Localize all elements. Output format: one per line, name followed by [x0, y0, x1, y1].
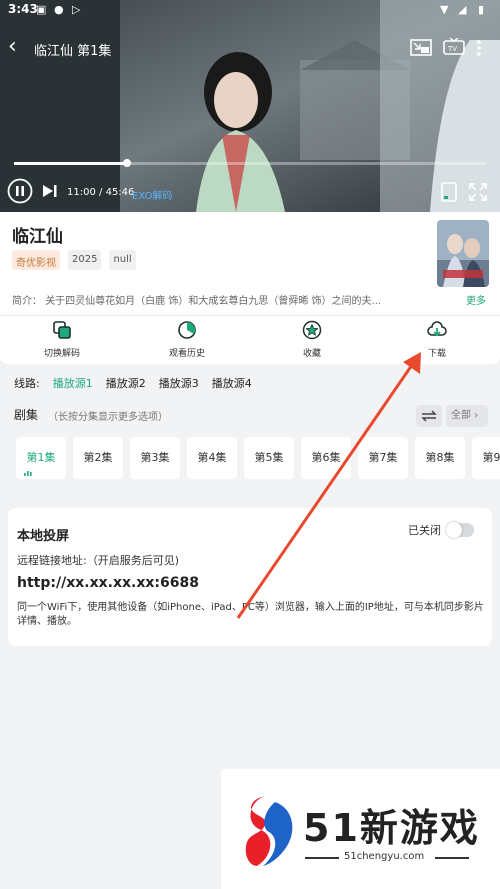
divider	[435, 857, 469, 859]
action-label: 下载	[427, 349, 446, 359]
video-player[interactable]: 3:43 ▣ ● ▷ ▼ ◢ ▮ ‹ 临江仙 第1集 TV 11:00 / 45…	[0, 0, 500, 212]
toggle-knob	[446, 522, 462, 538]
player-title: 临江仙 第1集	[34, 44, 112, 59]
episode-label: 第8集	[425, 451, 455, 464]
play-source-list: 线路: 播放源1 播放源2 播放源3 播放源4	[14, 375, 252, 391]
wifi-icon: ▼	[440, 3, 449, 16]
poster-image[interactable]	[437, 220, 489, 287]
divider	[0, 315, 500, 316]
episode-label: 第6集	[311, 451, 341, 464]
history-pie-icon	[178, 321, 196, 339]
episode-label: 第3集	[140, 451, 170, 464]
sort-order-icon[interactable]	[416, 405, 442, 427]
episode-item[interactable]: 第1集	[16, 437, 66, 479]
cast-note: 同一个WiFi下，使用其他设备（如iPhone、iPad、PC等）浏览器，输入上…	[17, 602, 484, 627]
back-icon[interactable]: ‹	[8, 34, 30, 60]
time-display: 11:00 / 45:46	[67, 187, 134, 198]
chevron-right-icon: ›	[471, 410, 479, 421]
screen-rotate-icon[interactable]	[440, 181, 458, 203]
watch-history-button[interactable]: 观看历史	[142, 320, 232, 359]
episode-item[interactable]: 第7集	[358, 437, 408, 479]
cast-address: http://xx.xx.xx.xx:6688	[17, 575, 199, 591]
watermark-brand: 51新游戏	[303, 806, 480, 850]
episode-label: 第4集	[197, 451, 227, 464]
fullscreen-icon[interactable]	[468, 182, 488, 202]
show-title: 临江仙	[12, 227, 63, 247]
description-label: 简介：	[12, 296, 42, 307]
cast-address-label: 远程链接地址:（开启服务后可见)	[17, 554, 179, 567]
signal-icon: ◢	[458, 3, 467, 16]
svg-text:TV: TV	[447, 45, 457, 53]
tv-cast-icon[interactable]: TV	[443, 38, 465, 58]
episode-item[interactable]: 第5集	[244, 437, 294, 479]
action-label: 切换解码	[43, 349, 80, 359]
favorite-button[interactable]: 收藏	[267, 320, 357, 359]
seek-bar[interactable]	[14, 159, 486, 167]
switch-decoder-button[interactable]: 切换解码	[17, 320, 107, 359]
player-top-bar: ‹ 临江仙 第1集 TV	[0, 30, 500, 66]
divider	[305, 857, 339, 859]
pause-button[interactable]	[7, 178, 33, 204]
seek-bar-fill	[14, 162, 128, 165]
watermark-logo	[245, 796, 293, 866]
duration: 45:46	[105, 187, 135, 198]
show-info-panel: 临江仙 奇优影视 2025 null 简介： 关于四灵仙尊花如月（白鹿 饰）和大…	[0, 212, 500, 364]
favorite-star-icon	[302, 320, 322, 340]
source-item-1[interactable]: 播放源1	[53, 375, 93, 391]
source-tag: 奇优影视	[12, 250, 60, 270]
action-label: 收藏	[302, 349, 321, 359]
episode-label: 第5集	[254, 451, 284, 464]
area-tag: null	[109, 250, 136, 270]
notification-icon: ▣	[36, 3, 47, 16]
episodes-hint: （长按分集显示更多选项）	[48, 412, 168, 423]
show-description: 简介： 关于四灵仙尊花如月（白鹿 饰）和大成玄尊白九思（曾舜晞 饰）之间的夫..…	[12, 292, 464, 307]
cast-title: 本地投屏	[17, 529, 70, 544]
episode-item[interactable]: 第9集	[472, 437, 500, 479]
decoder-label[interactable]: EXO解码	[132, 187, 172, 202]
show-tags: 奇优影视 2025 null	[12, 250, 136, 270]
local-cast-card: 本地投屏 已关闭 远程链接地址:（开启服务后可见) http://xx.xx.x…	[8, 508, 492, 646]
current-time: 11:00	[67, 187, 96, 198]
source-item-3[interactable]: 播放源3	[159, 375, 199, 391]
episode-item[interactable]: 第2集	[73, 437, 123, 479]
next-episode-icon[interactable]	[42, 184, 58, 198]
episode-label: 第7集	[368, 451, 398, 464]
description-text: 关于四灵仙尊花如月（白鹿 饰）和大成玄尊白九思（曾舜晞 饰）之间的夫...	[45, 296, 382, 307]
source-item-2[interactable]: 播放源2	[106, 375, 146, 391]
more-vert-icon[interactable]	[472, 38, 486, 58]
episode-label: 第2集	[83, 451, 113, 464]
all-episodes-button[interactable]: 全部 ›	[446, 405, 488, 427]
cast-state: 已关闭	[408, 524, 441, 537]
action-label: 观看历史	[168, 349, 205, 359]
time-separator: /	[99, 187, 103, 198]
cloud-download-icon	[427, 321, 447, 337]
app-badge-icon: ●	[54, 3, 64, 16]
episode-label: 第9集	[482, 451, 500, 464]
picture-in-picture-icon[interactable]	[410, 38, 432, 58]
decoder-switch-icon	[53, 321, 71, 339]
episode-item[interactable]: 第6集	[301, 437, 351, 479]
episode-label: 第1集	[26, 451, 56, 464]
source-item-4[interactable]: 播放源4	[212, 375, 252, 391]
all-label: 全部	[451, 410, 471, 421]
episode-item[interactable]: 第3集	[130, 437, 180, 479]
play-store-icon: ▷	[72, 3, 81, 16]
year-tag: 2025	[68, 250, 102, 270]
episode-item[interactable]: 第8集	[415, 437, 465, 479]
episode-list: 第1集 第2集 第3集 第4集 第5集 第6集 第7集 第8集 第9集	[16, 437, 500, 479]
watermark: 51新游戏 51chengyu.com	[221, 769, 500, 889]
download-button[interactable]: 下载	[392, 320, 482, 359]
source-label: 线路:	[14, 377, 40, 390]
watermark-url: 51chengyu.com	[344, 851, 425, 862]
battery-icon: ▮	[478, 3, 485, 16]
episode-item[interactable]: 第4集	[187, 437, 237, 479]
more-link[interactable]: 更多	[466, 292, 486, 307]
status-time: 3:43	[8, 2, 38, 16]
playing-bars-icon	[24, 471, 32, 476]
cast-toggle[interactable]	[446, 522, 474, 538]
status-bar: 3:43 ▣ ● ▷ ▼ ◢ ▮	[0, 0, 500, 20]
episodes-title: 剧集	[14, 408, 39, 422]
